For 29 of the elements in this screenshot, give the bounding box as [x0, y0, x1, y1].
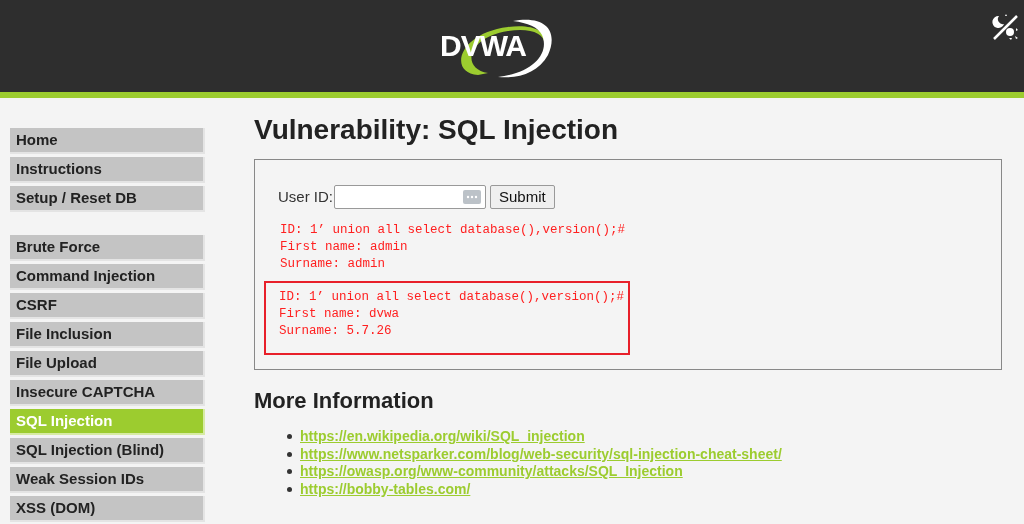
- sidebar-item[interactable]: Instructions: [10, 157, 205, 183]
- sidebar-item[interactable]: SQL Injection (Blind): [10, 438, 205, 464]
- sidebar-item[interactable]: File Upload: [10, 351, 205, 377]
- result-line: First name: dvwa: [279, 306, 400, 323]
- sidebar-item[interactable]: Home: [10, 128, 205, 154]
- result-line: ID: 1’ union all select database(),version();#: [280, 222, 626, 239]
- sidebar-item[interactable]: Setup / Reset DB: [10, 186, 205, 212]
- user-id-field[interactable]: [334, 185, 486, 209]
- sidebar-item[interactable]: XSS (DOM): [10, 496, 205, 522]
- sidebar-item[interactable]: Insecure CAPTCHA: [10, 380, 205, 406]
- result-line: First name: admin: [280, 239, 408, 256]
- sidebar-item[interactable]: Weak Session IDs: [10, 467, 205, 493]
- result-line: Surname: admin: [280, 256, 386, 273]
- bullet-icon: [287, 486, 292, 492]
- sidebar-item[interactable]: CSRF: [10, 293, 205, 319]
- sidebar-item[interactable]: Command Injection: [10, 264, 205, 290]
- bullet-icon: [287, 451, 292, 457]
- result-line: ID: 1’ union all select database(),version();#: [279, 289, 625, 306]
- section-heading: More Information: [254, 387, 435, 415]
- bullet-icon: [287, 434, 292, 440]
- theme-toggle-icon[interactable]: [990, 12, 1020, 42]
- bullet-icon: [287, 469, 292, 475]
- page-title: Vulnerability: SQL Injection: [254, 113, 620, 147]
- sidebar-item[interactable]: File Inclusion: [10, 322, 205, 348]
- submit-button[interactable]: Submit: [490, 185, 555, 209]
- sidebar-item[interactable]: Brute Force: [10, 235, 205, 261]
- more-icon[interactable]: [463, 190, 481, 204]
- result-line: Surname: 5.7.26: [279, 323, 392, 340]
- user-id-label: User ID:: [278, 186, 333, 207]
